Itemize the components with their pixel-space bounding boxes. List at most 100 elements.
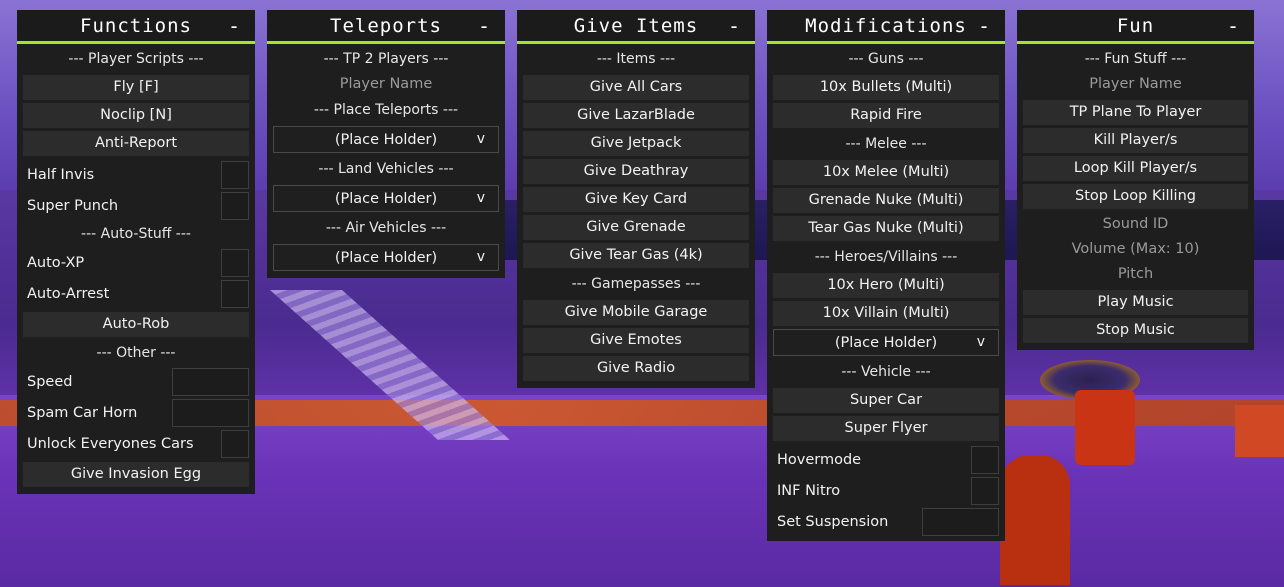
give-items-minimize-button[interactable]: - xyxy=(728,14,741,38)
auto-arrest-checkbox[interactable] xyxy=(221,279,249,308)
hero-button[interactable]: 10x Hero (Multi) xyxy=(773,273,999,298)
set-suspension-row: Set Suspension xyxy=(773,506,999,537)
stop-music-button[interactable]: Stop Music xyxy=(1023,318,1248,343)
super-punch-label: Super Punch xyxy=(27,197,119,214)
modifications-panel: Modifications - --- Guns --- 10x Bullets… xyxy=(767,10,1005,541)
inf-nitro-checkbox[interactable] xyxy=(971,476,999,505)
auto-arrest-row: Auto-Arrest xyxy=(23,278,249,309)
fun-title: Fun xyxy=(1116,14,1155,37)
grenade-nuke-button[interactable]: Grenade Nuke (Multi) xyxy=(773,188,999,213)
hovermode-label: Hovermode xyxy=(777,451,862,468)
functions-title: Functions xyxy=(80,14,192,37)
set-suspension-label: Set Suspension xyxy=(777,513,889,530)
auto-arrest-label: Auto-Arrest xyxy=(27,285,110,302)
auto-xp-label: Auto-XP xyxy=(27,254,85,271)
hovermode-checkbox[interactable] xyxy=(971,445,999,474)
give-items-panel: Give Items - --- Items --- Give All Cars… xyxy=(517,10,755,388)
pitch-input[interactable]: Pitch xyxy=(1023,262,1248,287)
speed-row: Speed xyxy=(23,366,249,397)
stop-loop-killing-button[interactable]: Stop Loop Killing xyxy=(1023,184,1248,209)
auto-stuff-section: --- Auto-Stuff --- xyxy=(81,226,191,242)
spam-car-horn-label: Spam Car Horn xyxy=(27,404,138,421)
hovermode-row: Hovermode xyxy=(773,444,999,475)
give-grenade-button[interactable]: Give Grenade xyxy=(523,215,749,240)
noclip-button[interactable]: Noclip [N] xyxy=(23,103,249,128)
auto-xp-checkbox[interactable] xyxy=(221,248,249,277)
give-jetpack-button[interactable]: Give Jetpack xyxy=(523,131,749,156)
give-invasion-egg-button[interactable]: Give Invasion Egg xyxy=(23,462,249,487)
unlock-cars-checkbox[interactable] xyxy=(221,429,249,458)
rapid-fire-button[interactable]: Rapid Fire xyxy=(773,103,999,128)
background-avatar-2 xyxy=(1000,455,1070,585)
spam-car-horn-row: Spam Car Horn xyxy=(23,397,249,428)
fly-button[interactable]: Fly [F] xyxy=(23,75,249,100)
give-deathray-button[interactable]: Give Deathray xyxy=(523,159,749,184)
kill-players-button[interactable]: Kill Player/s xyxy=(1023,128,1248,153)
hero-villain-dropdown[interactable]: (Place Holder) v xyxy=(773,329,999,356)
volume-input[interactable]: Volume (Max: 10) xyxy=(1023,237,1248,262)
melee-section: --- Melee --- xyxy=(845,136,927,152)
half-invis-checkbox[interactable] xyxy=(221,160,249,189)
give-radio-button[interactable]: Give Radio xyxy=(523,356,749,381)
speed-input[interactable] xyxy=(172,367,249,396)
fun-minimize-button[interactable]: - xyxy=(1227,14,1240,38)
play-music-button[interactable]: Play Music xyxy=(1023,290,1248,315)
background-crate xyxy=(1235,405,1284,457)
modifications-minimize-button[interactable]: - xyxy=(978,14,991,38)
teleports-header[interactable]: Teleports - xyxy=(267,10,505,44)
items-section: --- Items --- xyxy=(596,51,676,67)
give-mobile-garage-button[interactable]: Give Mobile Garage xyxy=(523,300,749,325)
place-teleports-dropdown[interactable]: (Place Holder) v xyxy=(273,126,499,153)
place-teleports-value: (Place Holder) xyxy=(334,131,438,148)
teleports-minimize-button[interactable]: - xyxy=(478,14,491,38)
give-lazarblade-button[interactable]: Give LazarBlade xyxy=(523,103,749,128)
give-items-header[interactable]: Give Items - xyxy=(517,10,755,44)
functions-minimize-button[interactable]: - xyxy=(228,14,241,38)
give-tear-gas-button[interactable]: Give Tear Gas (4k) xyxy=(523,243,749,268)
melee-multi-button[interactable]: 10x Melee (Multi) xyxy=(773,160,999,185)
spam-car-horn-input[interactable] xyxy=(172,398,249,427)
unlock-cars-label: Unlock Everyones Cars xyxy=(27,435,194,452)
half-invis-row: Half Invis xyxy=(23,159,249,190)
fun-player-name-input[interactable]: Player Name xyxy=(1023,72,1248,97)
player-scripts-section: --- Player Scripts --- xyxy=(68,51,204,67)
modifications-header[interactable]: Modifications - xyxy=(767,10,1005,44)
give-key-card-button[interactable]: Give Key Card xyxy=(523,187,749,212)
fun-panel: Fun - --- Fun Stuff --- Player Name TP P… xyxy=(1017,10,1254,350)
anti-report-button[interactable]: Anti-Report xyxy=(23,131,249,156)
half-invis-label: Half Invis xyxy=(27,166,95,183)
super-flyer-button[interactable]: Super Flyer xyxy=(773,416,999,441)
villain-button[interactable]: 10x Villain (Multi) xyxy=(773,301,999,326)
unlock-cars-row: Unlock Everyones Cars xyxy=(23,428,249,459)
tp-plane-button[interactable]: TP Plane To Player xyxy=(1023,100,1248,125)
loop-kill-button[interactable]: Loop Kill Player/s xyxy=(1023,156,1248,181)
sound-id-input[interactable]: Sound ID xyxy=(1023,212,1248,237)
place-teleports-section: --- Place Teleports --- xyxy=(313,102,459,118)
set-suspension-input[interactable] xyxy=(922,507,999,536)
super-car-button[interactable]: Super Car xyxy=(773,388,999,413)
give-emotes-button[interactable]: Give Emotes xyxy=(523,328,749,353)
teleports-title: Teleports xyxy=(330,14,442,37)
bullets-button[interactable]: 10x Bullets (Multi) xyxy=(773,75,999,100)
gamepasses-section: --- Gamepasses --- xyxy=(571,276,701,292)
functions-header[interactable]: Functions - xyxy=(17,10,255,44)
auto-rob-button[interactable]: Auto-Rob xyxy=(23,312,249,337)
player-name-input[interactable]: Player Name xyxy=(273,72,499,97)
fun-header[interactable]: Fun - xyxy=(1017,10,1254,44)
fun-stuff-section: --- Fun Stuff --- xyxy=(1084,51,1187,67)
super-punch-row: Super Punch xyxy=(23,190,249,221)
inf-nitro-row: INF Nitro xyxy=(773,475,999,506)
tear-gas-nuke-button[interactable]: Tear Gas Nuke (Multi) xyxy=(773,216,999,241)
functions-panel: Functions - --- Player Scripts --- Fly [… xyxy=(17,10,255,494)
tp2players-section: --- TP 2 Players --- xyxy=(323,51,449,67)
heroes-villains-section: --- Heroes/Villains --- xyxy=(814,249,958,265)
air-vehicles-value: (Place Holder) xyxy=(334,249,438,266)
land-vehicles-section: --- Land Vehicles --- xyxy=(318,161,454,177)
super-punch-checkbox[interactable] xyxy=(221,191,249,220)
auto-xp-row: Auto-XP xyxy=(23,247,249,278)
air-vehicles-dropdown[interactable]: (Place Holder) v xyxy=(273,244,499,271)
background-avatar xyxy=(1075,390,1135,465)
land-vehicles-dropdown[interactable]: (Place Holder) v xyxy=(273,185,499,212)
give-all-cars-button[interactable]: Give All Cars xyxy=(523,75,749,100)
chevron-down-icon: v xyxy=(476,249,485,265)
